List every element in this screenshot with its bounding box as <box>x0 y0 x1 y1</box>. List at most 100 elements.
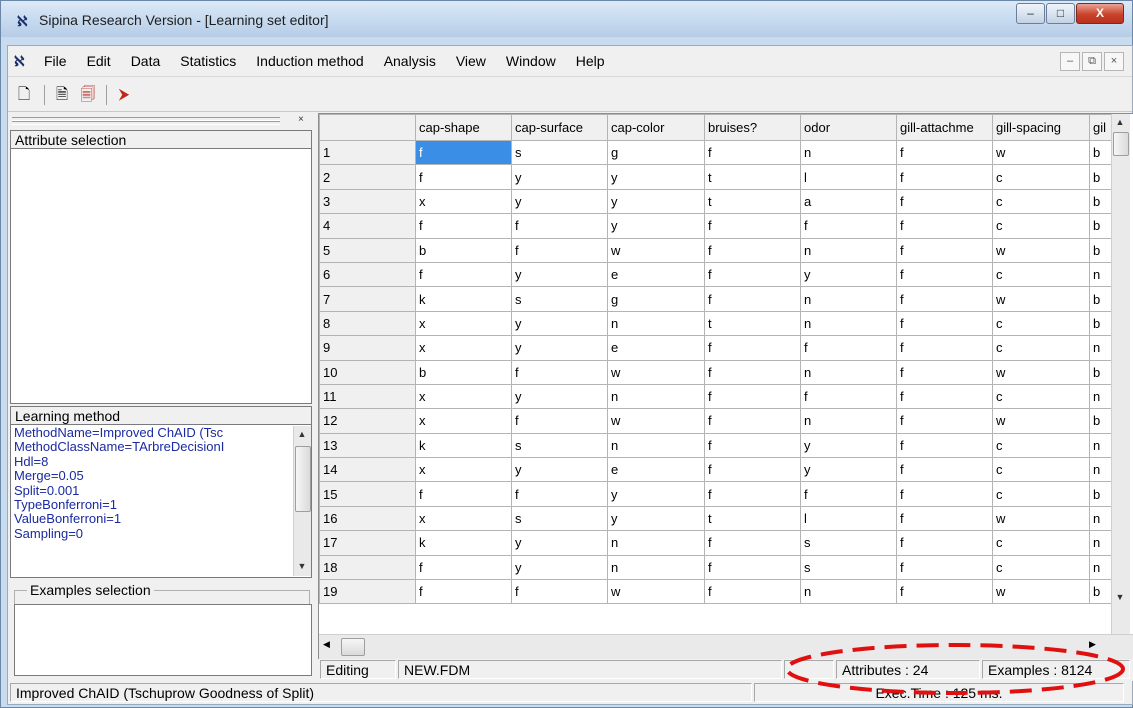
grid-cell[interactable]: f <box>704 139 801 166</box>
minimize-button[interactable]: – <box>1016 3 1045 24</box>
column-header[interactable]: cap-surface <box>511 114 608 141</box>
grid-cell[interactable]: f <box>896 213 993 239</box>
grid-cell[interactable]: n <box>800 237 897 263</box>
column-header[interactable]: cap-shape <box>415 114 512 141</box>
grid-cell[interactable]: n <box>800 359 897 385</box>
grid-cell[interactable]: c <box>992 310 1090 337</box>
row-header[interactable]: 14 <box>319 457 416 483</box>
grid-cell[interactable]: w <box>992 359 1090 385</box>
menu-induction-method[interactable]: Induction method <box>256 53 363 69</box>
attribute-selection-panel[interactable]: Attribute selection <box>10 130 312 404</box>
grid-cell[interactable]: f <box>511 408 608 434</box>
grid-cell[interactable]: w <box>992 237 1090 263</box>
grid-cell[interactable]: y <box>607 481 705 507</box>
grid-cell[interactable]: f <box>896 139 993 166</box>
grid-cell[interactable]: w <box>992 505 1090 532</box>
learning-method-params[interactable]: MethodName=Improved ChAID (Tsc MethodClas… <box>11 425 278 541</box>
grid-cell[interactable]: f <box>896 286 993 312</box>
grid-cell[interactable]: g <box>607 286 705 312</box>
grid-cell[interactable]: x <box>415 310 512 337</box>
grid-cell[interactable]: w <box>607 579 705 605</box>
grid-cell[interactable]: f <box>704 554 801 581</box>
grid-cell[interactable]: f <box>415 213 512 239</box>
scroll-thumb[interactable] <box>1113 132 1129 156</box>
grid-cell[interactable]: y <box>800 457 897 483</box>
grid-cell[interactable]: a <box>800 188 897 215</box>
grid-cell[interactable]: t <box>704 164 801 190</box>
grid-cell[interactable]: f <box>896 237 993 263</box>
copy-file-icon[interactable]: 🗐 <box>78 85 98 105</box>
grid-cell[interactable]: t <box>704 505 801 532</box>
grid-cell[interactable]: y <box>511 310 608 337</box>
grid-cell[interactable]: n <box>607 383 705 410</box>
grid-cell[interactable]: n <box>607 432 705 459</box>
maximize-button[interactable]: □ <box>1046 3 1075 24</box>
menu-analysis[interactable]: Analysis <box>384 53 436 69</box>
grid-cell[interactable]: c <box>992 481 1090 507</box>
grid-cell[interactable]: f <box>415 261 512 288</box>
grid-cell[interactable]: y <box>800 261 897 288</box>
grid-cell[interactable]: c <box>992 164 1090 190</box>
grid-cell[interactable]: f <box>896 335 993 361</box>
row-header[interactable]: 9 <box>319 335 416 361</box>
grid-cell[interactable]: f <box>800 481 897 507</box>
grid-cell[interactable]: b <box>415 359 512 385</box>
grid-cell[interactable]: x <box>415 505 512 532</box>
grid-cell[interactable]: f <box>704 579 801 605</box>
title-bar[interactable]: ℵ Sipina Research Version - [Learning se… <box>1 1 1132 37</box>
close-button[interactable]: X <box>1076 3 1124 24</box>
menu-file[interactable]: File <box>44 53 67 69</box>
column-header[interactable]: bruises? <box>704 114 801 141</box>
row-header[interactable]: 7 <box>319 286 416 312</box>
grid-cell[interactable]: n <box>607 554 705 581</box>
grid-cell[interactable]: f <box>415 481 512 507</box>
grid-cell[interactable]: y <box>607 213 705 239</box>
grid-cell[interactable]: w <box>992 408 1090 434</box>
grid-cell[interactable]: y <box>511 554 608 581</box>
scroll-right-icon[interactable]: ▶ <box>1089 639 1096 650</box>
row-header[interactable]: 19 <box>319 579 416 605</box>
grid-cell[interactable]: f <box>896 359 993 385</box>
grid-cell[interactable]: y <box>607 164 705 190</box>
grid-cell[interactable]: y <box>511 164 608 190</box>
column-header[interactable]: gill-spacing <box>992 114 1090 141</box>
grid-cell[interactable]: f <box>415 164 512 190</box>
menu-data[interactable]: Data <box>131 53 161 69</box>
grid-cell[interactable]: c <box>992 530 1090 556</box>
grid-cell[interactable]: f <box>896 554 993 581</box>
grid-cell[interactable]: y <box>511 261 608 288</box>
grid-cell[interactable]: l <box>800 164 897 190</box>
grid-cell[interactable]: f <box>704 383 801 410</box>
child-restore-button[interactable]: ⧉ <box>1082 52 1102 71</box>
grid-cell[interactable]: n <box>800 579 897 605</box>
grid-cell[interactable]: f <box>800 335 897 361</box>
grid-cell[interactable]: c <box>992 383 1090 410</box>
grid-cell[interactable]: s <box>511 139 608 166</box>
row-header[interactable]: 1 <box>319 139 416 166</box>
row-header[interactable]: 4 <box>319 213 416 239</box>
row-header[interactable]: 10 <box>319 359 416 385</box>
row-header[interactable]: 13 <box>319 432 416 459</box>
grid-cell[interactable]: f <box>704 408 801 434</box>
grid-cell[interactable]: f <box>896 457 993 483</box>
grid-cell[interactable]: f <box>704 335 801 361</box>
menu-window[interactable]: Window <box>506 53 556 69</box>
menu-statistics[interactable]: Statistics <box>180 53 236 69</box>
menu-help[interactable]: Help <box>576 53 605 69</box>
row-header[interactable]: 12 <box>319 408 416 434</box>
grid-cell[interactable]: w <box>607 408 705 434</box>
panel-grip[interactable]: × <box>10 114 310 126</box>
grid-cell[interactable]: w <box>992 286 1090 312</box>
grid-cell[interactable]: f <box>704 481 801 507</box>
grid-cell[interactable]: f <box>511 213 608 239</box>
grid-cell[interactable]: f <box>896 579 993 605</box>
grid-cell[interactable]: f <box>800 213 897 239</box>
grid-cell[interactable]: f <box>896 432 993 459</box>
row-header[interactable]: 18 <box>319 554 416 581</box>
grid-cell[interactable]: w <box>607 359 705 385</box>
grid-cell[interactable]: y <box>511 457 608 483</box>
grid-cell[interactable]: y <box>511 530 608 556</box>
scroll-thumb[interactable] <box>295 446 311 512</box>
grid-cell[interactable]: f <box>704 530 801 556</box>
grid-cell[interactable]: c <box>992 213 1090 239</box>
